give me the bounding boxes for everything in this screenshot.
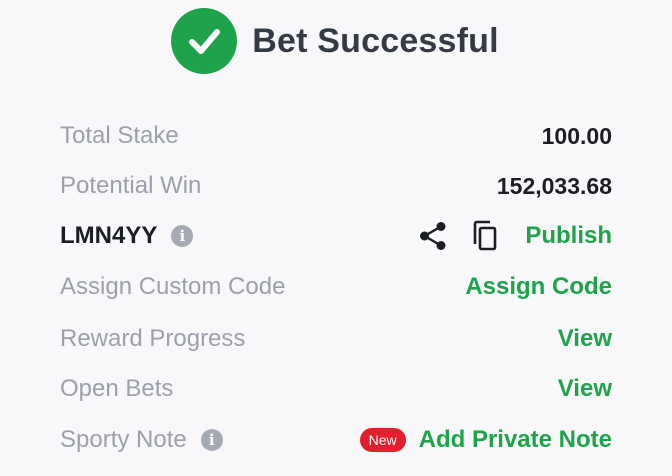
- open-bets-row: Open Bets View: [60, 371, 612, 407]
- assign-code-button[interactable]: Assign Code: [465, 273, 612, 301]
- booking-code: LMN4YY: [60, 222, 158, 249]
- reward-progress-view-button[interactable]: View: [558, 325, 612, 353]
- info-icon[interactable]: i: [200, 429, 223, 451]
- potential-win-label: Potential Win: [60, 172, 202, 199]
- potential-win-row: Potential Win 152,033.68: [60, 168, 612, 204]
- sporty-note-label-group: Sporty Note i: [60, 426, 223, 454]
- open-bets-label: Open Bets: [60, 375, 174, 402]
- new-badge: New: [359, 428, 406, 452]
- page-title: Bet Successful: [252, 21, 499, 60]
- sporty-note-row: Sporty Note i New Add Private Note: [60, 422, 612, 458]
- assign-custom-code-label: Assign Custom Code: [60, 273, 286, 300]
- open-bets-view-button[interactable]: View: [558, 375, 612, 403]
- sporty-note-label: Sporty Note: [60, 426, 187, 453]
- potential-win-value: 152,033.68: [496, 172, 612, 199]
- publish-button[interactable]: Publish: [525, 222, 612, 250]
- booking-code-label: LMN4YY i: [60, 222, 194, 250]
- assign-custom-code-row: Assign Custom Code Assign Code: [60, 269, 612, 305]
- booking-actions: Publish: [419, 220, 612, 252]
- check-circle-icon: [171, 8, 238, 74]
- add-private-note-button[interactable]: Add Private Note: [419, 426, 612, 454]
- share-icon[interactable]: [419, 221, 447, 251]
- total-stake-value: 100.00: [541, 122, 612, 149]
- reward-progress-row: Reward Progress View: [60, 321, 612, 357]
- total-stake-label: Total Stake: [60, 122, 179, 149]
- success-header: Bet Successful: [0, 6, 672, 76]
- booking-code-row: LMN4YY i Publish: [60, 218, 612, 254]
- total-stake-row: Total Stake 100.00: [60, 118, 612, 154]
- reward-progress-label: Reward Progress: [60, 325, 246, 352]
- info-icon[interactable]: i: [171, 225, 194, 247]
- copy-icon[interactable]: [471, 220, 499, 252]
- sporty-note-actions: New Add Private Note: [359, 426, 612, 454]
